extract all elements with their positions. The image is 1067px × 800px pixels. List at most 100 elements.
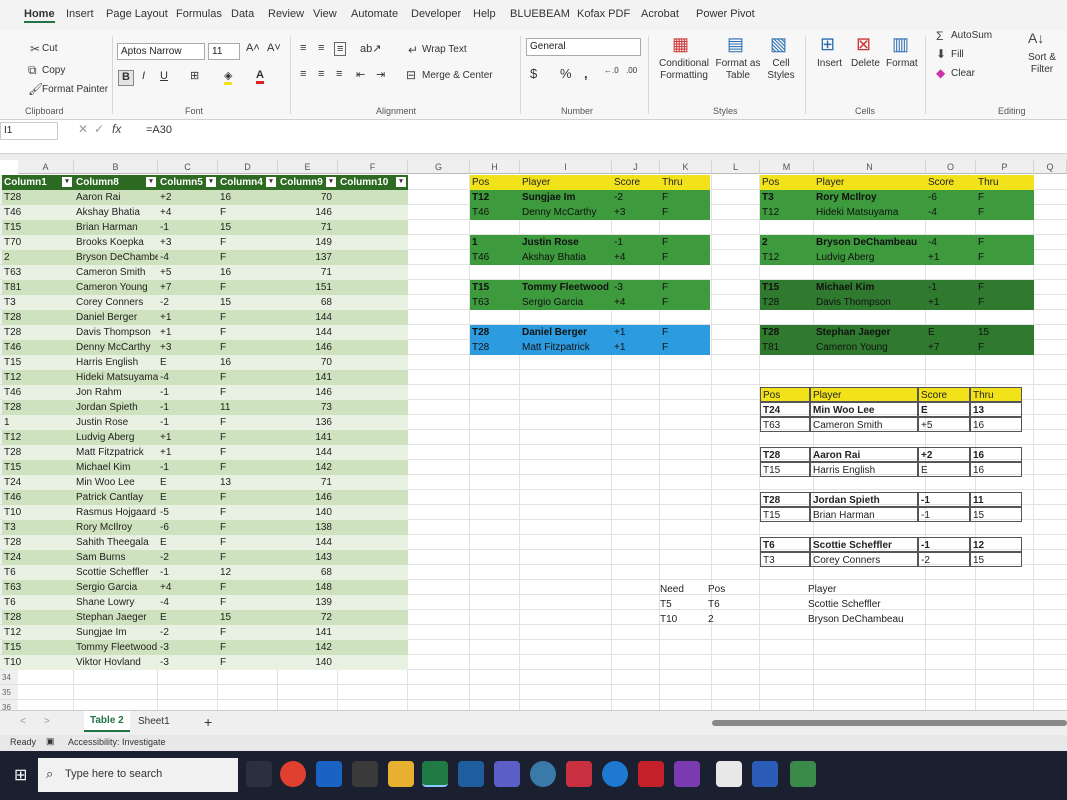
summary-cell[interactable]: F [660,295,710,310]
table-cell[interactable]: T46 [2,490,74,505]
filter-dropdown-icon[interactable]: ▾ [206,177,216,187]
summary-cell[interactable]: F [976,190,1034,205]
group-header-cell[interactable]: Pos [760,175,814,190]
table-cell[interactable]: 141 [278,625,338,640]
table-cell[interactable]: Brooks Koepka [74,235,158,250]
table-cell[interactable]: E [158,535,218,550]
table-cell[interactable]: +1 [158,445,218,460]
summary-cell[interactable]: Harris English [810,462,918,477]
summary-cell[interactable]: T3 [760,552,810,567]
summary-cell[interactable]: T15 [470,280,520,295]
word-icon[interactable] [752,761,778,787]
borders-icon[interactable]: ⊞ [190,69,199,82]
summary-cell[interactable]: -2 [918,552,970,567]
table-cell[interactable]: 144 [278,445,338,460]
summary-cell[interactable]: Hideki Matsuyama [814,205,926,220]
table-cell[interactable]: Patrick Cantlay [74,490,158,505]
column-header-d[interactable]: D [218,160,278,174]
table-cell[interactable]: 16 [218,355,278,370]
summary-cell[interactable]: F [660,250,710,265]
column-header-b[interactable]: B [74,160,158,174]
table-cell[interactable]: T46 [2,205,74,220]
summary-cell[interactable]: F [660,205,710,220]
table-cell[interactable]: 144 [278,535,338,550]
table-cell[interactable]: Bryson DeChambeau [74,250,158,265]
calculator-icon[interactable] [352,761,378,787]
align-middle-icon[interactable]: ≡ [318,42,324,54]
ribbon-tab-review[interactable]: Review [268,8,304,20]
table-cell[interactable]: 143 [278,550,338,565]
table-cell[interactable]: F [218,550,278,565]
column-header-h[interactable]: H [470,160,520,174]
table-cell[interactable]: T63 [2,580,74,595]
ribbon-tab-bluebeam[interactable]: BLUEBEAM [510,8,570,20]
table-cell[interactable]: E [158,475,218,490]
summary-cell[interactable]: Denny McCarthy [520,205,612,220]
table-cell[interactable]: 16 [218,265,278,280]
table-cell[interactable]: T15 [2,220,74,235]
summary-cell[interactable]: 1 [470,235,520,250]
table-cell[interactable]: 142 [278,640,338,655]
column-header-f[interactable]: F [338,160,408,174]
format-cells-icon[interactable]: ▥ [892,34,909,55]
need-pos-cell[interactable]: T6 [706,597,752,612]
table-cell[interactable]: T46 [2,385,74,400]
table-cell[interactable]: -1 [158,385,218,400]
table-cell[interactable]: 142 [278,460,338,475]
chrome-icon[interactable] [280,761,306,787]
summary-cell[interactable]: F [976,205,1034,220]
summary-cell[interactable]: 11 [970,492,1022,507]
column-header-q[interactable]: Q [1034,160,1067,174]
table-cell[interactable]: 140 [278,505,338,520]
summary-cell[interactable]: 15 [970,507,1022,522]
summary-cell[interactable]: -1 [612,235,660,250]
column-header-e[interactable]: E [278,160,338,174]
align-left-icon[interactable]: ≡ [300,68,306,80]
table-cell[interactable]: Ludvig Aberg [74,430,158,445]
summary-cell[interactable]: T15 [760,280,814,295]
table-cell[interactable]: Min Woo Lee [74,475,158,490]
summary-cell[interactable]: -3 [612,280,660,295]
table-cell[interactable]: -4 [158,595,218,610]
summary-cell[interactable]: E [918,462,970,477]
table-cell[interactable]: F [218,535,278,550]
table-cell[interactable]: T10 [2,655,74,670]
orientation-icon[interactable]: ab↗ [360,42,381,55]
summary-cell[interactable]: F [976,235,1034,250]
group-header-cell[interactable]: Player [520,175,612,190]
comma-icon[interactable]: , [584,66,588,81]
table-cell[interactable]: E [158,490,218,505]
app-icon-doc[interactable] [716,761,742,787]
table-cell[interactable]: 15 [218,220,278,235]
row-header[interactable]: 35 [0,685,18,700]
table-cell[interactable]: 70 [278,190,338,205]
cell-styles-icon[interactable]: ▧ [770,34,787,55]
ribbon-tab-insert[interactable]: Insert [66,8,94,20]
table-cell[interactable]: 151 [278,280,338,295]
table-cell[interactable]: Daniel Berger [74,310,158,325]
summary-cell[interactable]: T28 [470,325,520,340]
summary-cell[interactable]: Jordan Spieth [810,492,918,507]
summary-cell[interactable]: T15 [760,507,810,522]
table-cell[interactable]: 68 [278,565,338,580]
group-header-cell[interactable]: Thru [660,175,710,190]
ribbon-tab-view[interactable]: View [313,8,337,20]
table-column-header[interactable]: Column5 ▾ [158,175,218,190]
insert-cells-icon[interactable]: ⊞ [820,34,835,55]
ribbon-tab-data[interactable]: Data [231,8,254,20]
table-cell[interactable]: 71 [278,220,338,235]
summary-cell[interactable]: T81 [760,340,814,355]
table-cell[interactable]: F [218,490,278,505]
filter-dropdown-icon[interactable]: ▾ [146,177,156,187]
table-cell[interactable]: +1 [158,430,218,445]
table-cell[interactable]: 146 [278,385,338,400]
table-cell[interactable]: Justin Rose [74,415,158,430]
summary-cell[interactable]: +7 [926,340,976,355]
table-cell[interactable]: Denny McCarthy [74,340,158,355]
ribbon-tab-home[interactable]: Home [24,8,55,23]
windows-start-icon[interactable]: ⊞ [14,765,27,785]
ribbon-tab-developer[interactable]: Developer [411,8,461,20]
summary-cell[interactable]: 16 [970,462,1022,477]
summary-cell[interactable]: Bryson DeChambeau [814,235,926,250]
delete-cells-icon[interactable]: ⊠ [856,34,871,55]
